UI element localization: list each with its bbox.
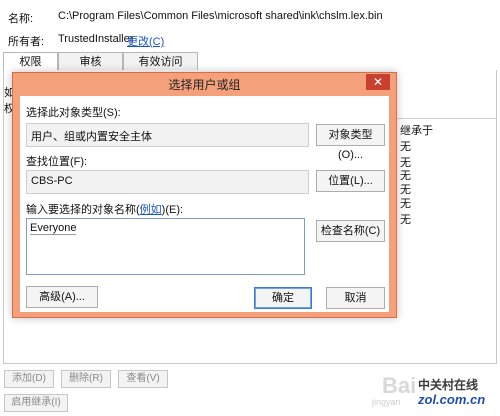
examples-link[interactable]: 例如 <box>140 204 162 216</box>
name-label: 名称: <box>8 13 34 25</box>
check-names-button[interactable]: 检查名称(C) <box>316 220 385 242</box>
enter-names-label-post: )(E): <box>161 204 184 216</box>
name-value: C:\Program Files\Common Files\microsoft … <box>58 10 383 22</box>
add-button[interactable]: 添加(D) <box>4 370 54 388</box>
object-type-label: 选择此对象类型(S): <box>26 107 121 119</box>
object-names-value: Everyone <box>30 222 77 235</box>
dialog-client: 选择此对象类型(S): 用户、组或内置安全主体 对象类型(O)... 查找位置(… <box>20 96 389 312</box>
location-label: 查找位置(F): <box>26 156 88 168</box>
advanced-button[interactable]: 高级(A)... <box>26 286 98 308</box>
object-names-input[interactable]: Everyone <box>26 218 305 275</box>
remove-button[interactable]: 删除(R) <box>61 370 111 388</box>
enter-names-label-pre: 输入要选择的对象名称( <box>26 204 140 216</box>
dialog-titlebar[interactable]: 选择用户或组 ✕ <box>13 73 396 95</box>
column-divider <box>397 118 496 119</box>
owner-label: 所有者: <box>8 36 45 48</box>
location-button[interactable]: 位置(L)... <box>316 170 385 192</box>
tab-effective-access[interactable]: 有效访问 <box>123 52 198 70</box>
location-field: CBS-PC <box>26 170 309 194</box>
ok-button[interactable]: 确定 <box>254 287 312 309</box>
inherit-value: 无 <box>400 198 411 210</box>
enable-inheritance-button[interactable]: 启用继承(I) <box>4 394 68 412</box>
view-button[interactable]: 查看(V) <box>118 370 168 388</box>
select-users-dialog: 选择用户或组 ✕ 选择此对象类型(S): 用户、组或内置安全主体 对象类型(O)… <box>12 72 397 318</box>
inherit-header: 继承于 <box>400 125 433 137</box>
cancel-button[interactable]: 取消 <box>326 287 385 309</box>
watermark-brand: Bai <box>382 373 417 398</box>
inherit-value: 无 <box>400 141 411 153</box>
tab-auditing[interactable]: 审核 <box>58 52 123 70</box>
inherit-value: 无 <box>400 214 411 226</box>
tab-permissions[interactable]: 权限 <box>3 52 58 71</box>
tab-effective-access-label: 有效访问 <box>138 56 183 68</box>
watermark-site-cn: 中关村在线 <box>418 378 479 392</box>
watermark-site-url: zol.com.cn <box>418 392 486 407</box>
watermark-brand-sub: jingyan <box>372 397 401 407</box>
tab-auditing-label: 审核 <box>79 56 102 68</box>
enter-names-label: 输入要选择的对象名称(例如)(E): <box>26 201 183 217</box>
tab-strip: 权限 审核 有效访问 <box>3 52 497 71</box>
owner-value: TrustedInstaller <box>58 33 134 45</box>
close-icon[interactable]: ✕ <box>366 74 390 90</box>
object-types-button[interactable]: 对象类型(O)... <box>316 124 385 161</box>
object-type-value: 用户、组或内置安全主体 <box>31 131 152 143</box>
tab-permissions-label: 权限 <box>19 56 42 68</box>
dialog-title: 选择用户或组 <box>168 78 241 92</box>
owner-change-link[interactable]: 更改(C) <box>127 33 164 49</box>
location-value: CBS-PC <box>31 175 73 187</box>
object-type-field: 用户、组或内置安全主体 <box>26 123 309 147</box>
